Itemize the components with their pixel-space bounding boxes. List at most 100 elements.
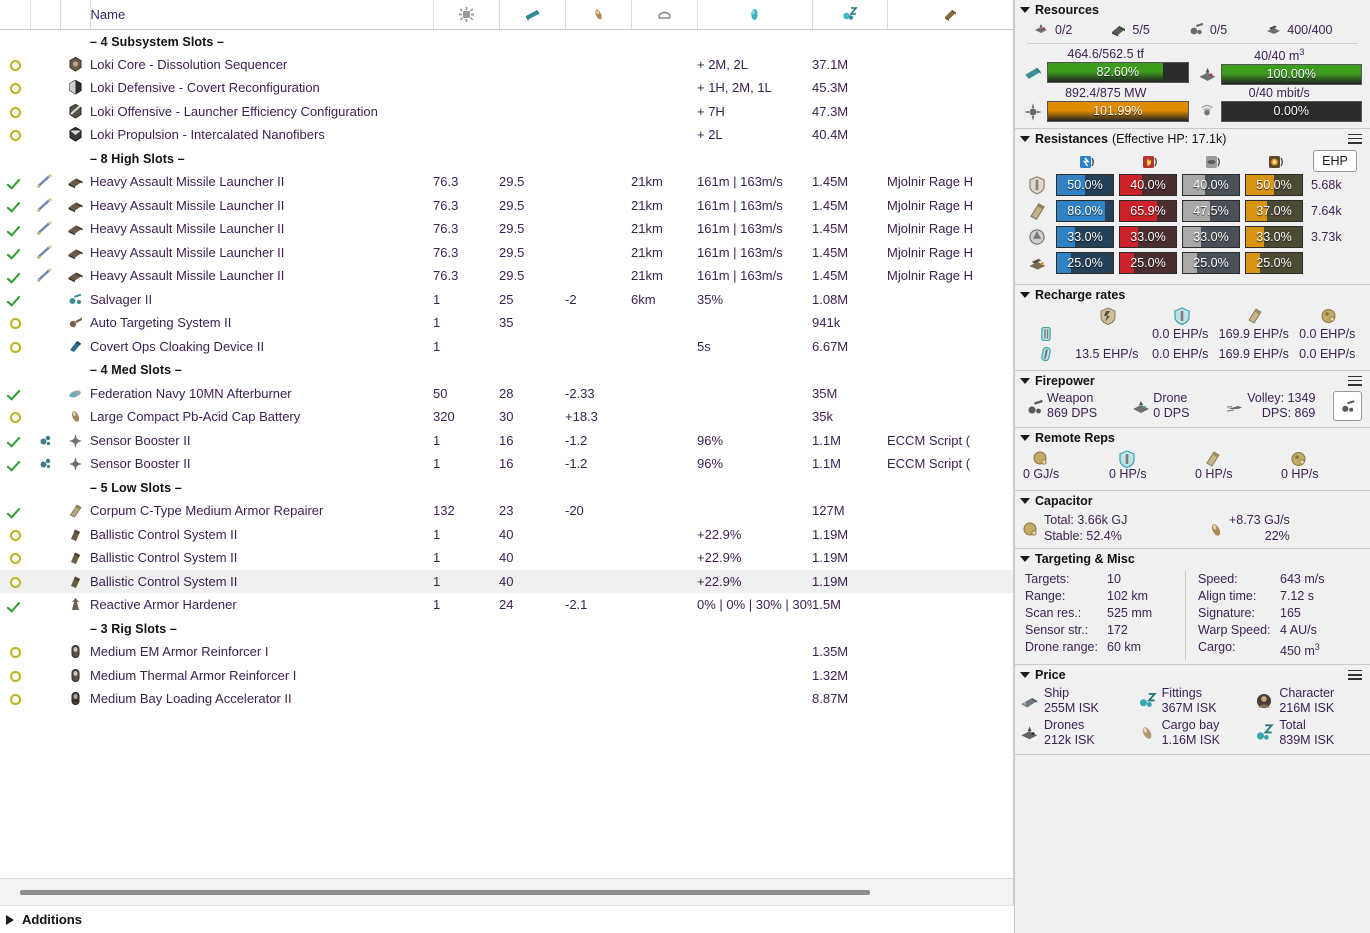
charge-state-cell[interactable] bbox=[30, 100, 60, 124]
additions-panel-toggle[interactable]: Additions bbox=[0, 905, 1014, 933]
powergrid-column-header[interactable] bbox=[499, 0, 566, 30]
module-name-cell[interactable]: Salvager II bbox=[90, 288, 433, 312]
charge-state-cell[interactable] bbox=[30, 593, 60, 617]
module-name-cell[interactable]: Medium Bay Loading Accelerator II bbox=[90, 687, 433, 711]
table-row[interactable]: Corpum C-Type Medium Armor Repairer 132 23… bbox=[0, 499, 1013, 523]
state-cell[interactable] bbox=[0, 335, 30, 359]
missile-icon[interactable] bbox=[36, 267, 54, 284]
module-name-cell[interactable]: Sensor Booster II bbox=[90, 429, 433, 453]
state-cell[interactable] bbox=[0, 123, 30, 147]
charge-state-cell[interactable] bbox=[30, 194, 60, 218]
state-online-icon[interactable] bbox=[8, 293, 22, 307]
script-icon[interactable] bbox=[37, 455, 54, 472]
ammo-cell[interactable] bbox=[887, 499, 1013, 523]
state-cell[interactable] bbox=[0, 640, 30, 664]
charge-state-cell[interactable] bbox=[30, 217, 60, 241]
table-row[interactable]: Loki Propulsion - Intercalated Nanofiber… bbox=[0, 123, 1013, 147]
state-online-icon[interactable] bbox=[8, 246, 22, 260]
module-name-cell[interactable]: Reactive Armor Hardener bbox=[90, 593, 433, 617]
state-column-header[interactable] bbox=[0, 0, 31, 30]
table-row[interactable]: Federation Navy 10MN Afterburner 50 28 -2.3… bbox=[0, 382, 1013, 406]
module-name-cell[interactable]: Loki Propulsion - Intercalated Nanofiber… bbox=[90, 123, 433, 147]
module-name-cell[interactable]: Heavy Assault Missile Launcher II bbox=[90, 241, 433, 265]
charge-state-cell[interactable] bbox=[30, 53, 60, 77]
range-column-header[interactable] bbox=[631, 0, 698, 30]
state-offline-icon[interactable] bbox=[9, 647, 21, 659]
charge-state-cell[interactable] bbox=[30, 311, 60, 335]
charge-state-cell[interactable] bbox=[30, 452, 60, 476]
state-cell[interactable] bbox=[0, 523, 30, 547]
state-online-icon[interactable] bbox=[8, 599, 22, 613]
ammo-cell[interactable]: ECCM Script ( bbox=[887, 429, 1013, 453]
state-cell[interactable] bbox=[0, 194, 30, 218]
charge-state-cell[interactable] bbox=[30, 640, 60, 664]
charge-state-cell[interactable] bbox=[30, 429, 60, 453]
hscroll-track[interactable] bbox=[8, 886, 1005, 898]
ammo-cell[interactable]: Mjolnir Rage H bbox=[887, 264, 1013, 288]
ammo-cell[interactable] bbox=[887, 335, 1013, 359]
table-row[interactable]: Ballistic Control System II 1 40 +22.9% 1.19… bbox=[0, 569, 1013, 593]
missile-icon[interactable] bbox=[36, 173, 54, 190]
charge-state-cell[interactable] bbox=[30, 241, 60, 265]
state-cell[interactable] bbox=[0, 405, 30, 429]
ammo-cell[interactable] bbox=[887, 687, 1013, 711]
ammo-cell[interactable] bbox=[887, 76, 1013, 100]
module-name-cell[interactable]: Loki Core - Dissolution Sequencer bbox=[90, 53, 433, 77]
state-cell[interactable] bbox=[0, 429, 30, 453]
ammo-cell[interactable] bbox=[887, 640, 1013, 664]
hscroll-thumb[interactable] bbox=[20, 889, 870, 895]
state-cell[interactable] bbox=[0, 569, 30, 593]
module-name-cell[interactable]: Ballistic Control System II bbox=[90, 569, 433, 593]
firepower-menu-icon[interactable] bbox=[1348, 375, 1362, 386]
charge-state-cell[interactable] bbox=[30, 76, 60, 100]
state-offline-icon[interactable] bbox=[9, 529, 21, 541]
state-offline-icon[interactable] bbox=[9, 553, 21, 565]
table-row[interactable]: Heavy Assault Missile Launcher II 76.3 29.… bbox=[0, 217, 1013, 241]
table-row[interactable]: Heavy Assault Missile Launcher II 76.3 29.… bbox=[0, 170, 1013, 194]
charge-state-cell[interactable] bbox=[30, 288, 60, 312]
module-name-cell[interactable]: Heavy Assault Missile Launcher II bbox=[90, 217, 433, 241]
state-cell[interactable] bbox=[0, 664, 30, 688]
module-name-cell[interactable]: Large Compact Pb-Acid Cap Battery bbox=[90, 405, 433, 429]
ammo-cell[interactable] bbox=[887, 382, 1013, 406]
charge-state-cell[interactable] bbox=[30, 569, 60, 593]
module-name-cell[interactable]: Corpum C-Type Medium Armor Repairer bbox=[90, 499, 433, 523]
table-row[interactable]: Medium EM Armor Reinforcer I 1.35M bbox=[0, 640, 1013, 664]
state-cell[interactable] bbox=[0, 452, 30, 476]
charge-state-cell[interactable] bbox=[30, 264, 60, 288]
ammo-cell[interactable] bbox=[887, 593, 1013, 617]
ammo-cell[interactable] bbox=[887, 311, 1013, 335]
remote-reps-panel-header[interactable]: Remote Reps bbox=[1015, 428, 1370, 448]
state-cell[interactable] bbox=[0, 687, 30, 711]
targeting-panel-header[interactable]: Targeting & Misc bbox=[1015, 549, 1370, 569]
ammo-cell[interactable]: Mjolnir Rage H bbox=[887, 217, 1013, 241]
ammo-cell[interactable] bbox=[887, 523, 1013, 547]
state-online-icon[interactable] bbox=[8, 458, 22, 472]
table-row[interactable]: Sensor Booster II 1 16 -1.2 96% 1.1M ECCM Scri… bbox=[0, 452, 1013, 476]
capacitor-panel-header[interactable]: Capacitor bbox=[1015, 491, 1370, 511]
state-offline-icon[interactable] bbox=[9, 670, 21, 682]
module-name-cell[interactable]: Loki Offensive - Launcher Efficiency Con… bbox=[90, 100, 433, 124]
ehp-toggle-button[interactable]: EHP bbox=[1313, 150, 1357, 173]
ammo-cell[interactable] bbox=[887, 100, 1013, 124]
table-horizontal-scrollbar[interactable] bbox=[0, 878, 1014, 905]
table-row[interactable]: Heavy Assault Missile Launcher II 76.3 29.… bbox=[0, 241, 1013, 265]
ammo-cell[interactable] bbox=[887, 123, 1013, 147]
state-offline-icon[interactable] bbox=[9, 412, 21, 424]
module-name-cell[interactable]: Heavy Assault Missile Launcher II bbox=[90, 264, 433, 288]
misc-column-header[interactable] bbox=[697, 0, 813, 30]
module-name-cell[interactable]: Ballistic Control System II bbox=[90, 546, 433, 570]
charge-state-cell[interactable] bbox=[30, 546, 60, 570]
module-name-cell[interactable]: Sensor Booster II bbox=[90, 452, 433, 476]
ammo-cell[interactable]: ECCM Script ( bbox=[887, 452, 1013, 476]
ammo-cell[interactable] bbox=[887, 546, 1013, 570]
capacitor-column-header[interactable] bbox=[565, 0, 632, 30]
state-cell[interactable] bbox=[0, 241, 30, 265]
charge-state-cell[interactable] bbox=[30, 687, 60, 711]
charge-state-column-header[interactable] bbox=[30, 0, 61, 30]
table-row[interactable]: Loki Offensive - Launcher Efficiency Con… bbox=[0, 100, 1013, 124]
price-menu-icon[interactable] bbox=[1348, 669, 1362, 680]
module-name-cell[interactable]: Medium Thermal Armor Reinforcer I bbox=[90, 664, 433, 688]
module-name-cell[interactable]: Ballistic Control System II bbox=[90, 523, 433, 547]
module-name-cell[interactable]: Heavy Assault Missile Launcher II bbox=[90, 194, 433, 218]
